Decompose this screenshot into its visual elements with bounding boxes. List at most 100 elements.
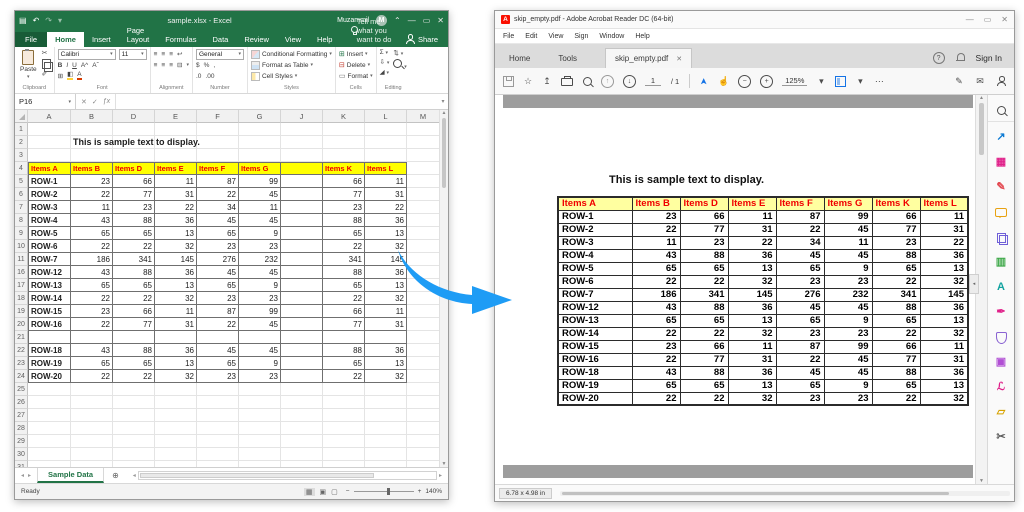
- cell-M8[interactable]: [407, 214, 440, 227]
- row-header-30[interactable]: 30: [15, 448, 28, 461]
- cell-M6[interactable]: [407, 188, 440, 201]
- search-icon[interactable]: [582, 77, 592, 86]
- cell-D20[interactable]: 77: [113, 318, 155, 331]
- decrease-decimal-button[interactable]: .0: [196, 73, 201, 80]
- scroll-down-icon[interactable]: ▼: [442, 461, 447, 467]
- cell-F28[interactable]: [197, 422, 239, 435]
- column-header-k[interactable]: K: [323, 110, 365, 123]
- cell-D1[interactable]: [113, 123, 155, 136]
- document-tab[interactable]: skip_empty.pdf ✕: [605, 48, 692, 68]
- cell-K3[interactable]: [323, 149, 365, 162]
- save-icon[interactable]: [503, 76, 514, 87]
- acrobat-minimize-button[interactable]: —: [966, 15, 974, 24]
- fill-sign-button[interactable]: ✒: [988, 300, 1014, 325]
- cell-D11[interactable]: 341: [113, 253, 155, 266]
- column-header-a[interactable]: A: [28, 110, 71, 123]
- cell-F19[interactable]: 87: [197, 305, 239, 318]
- cell-K17[interactable]: 65: [323, 279, 365, 292]
- cell-J31[interactable]: [281, 461, 323, 467]
- row-header-17[interactable]: 17: [15, 279, 28, 292]
- cell-F16[interactable]: 45: [197, 266, 239, 279]
- number-format-select[interactable]: General▾: [196, 49, 244, 60]
- cell-M22[interactable]: [407, 344, 440, 357]
- cell-B1[interactable]: [71, 123, 113, 136]
- cell-G8[interactable]: 45: [239, 214, 281, 227]
- nav-tab-home[interactable]: Home: [495, 49, 544, 68]
- align-right-button[interactable]: ≡: [169, 62, 173, 69]
- cell-D24[interactable]: 22: [113, 370, 155, 383]
- row-header-6[interactable]: 6: [15, 188, 28, 201]
- cell-G21[interactable]: [239, 331, 281, 344]
- cell-L9[interactable]: 13: [365, 227, 407, 240]
- cell-F31[interactable]: [197, 461, 239, 467]
- cell-A30[interactable]: [28, 448, 71, 461]
- sort-filter-button[interactable]: ⇅ ▾: [393, 49, 403, 57]
- cell-F23[interactable]: 65: [197, 357, 239, 370]
- cell-F18[interactable]: 23: [197, 292, 239, 305]
- cell-B24[interactable]: 22: [71, 370, 113, 383]
- cell-E11[interactable]: 145: [155, 253, 197, 266]
- cell-A22[interactable]: ROW-18: [28, 344, 71, 357]
- row-header-20[interactable]: 20: [15, 318, 28, 331]
- cell-F10[interactable]: 23: [197, 240, 239, 253]
- cell-J2[interactable]: [281, 136, 323, 149]
- cell-G24[interactable]: 23: [239, 370, 281, 383]
- cell-E1[interactable]: [155, 123, 197, 136]
- cell-G19[interactable]: 99: [239, 305, 281, 318]
- font-grow-button[interactable]: A^: [81, 62, 88, 69]
- cell-K16[interactable]: 88: [323, 266, 365, 279]
- search-tool-button[interactable]: [988, 99, 1014, 122]
- zoom-caret-icon[interactable]: ▾: [816, 76, 826, 87]
- row-header-3[interactable]: 3: [15, 149, 28, 162]
- column-header-j[interactable]: J: [281, 110, 323, 123]
- zoom-slider-thumb[interactable]: [387, 488, 390, 495]
- cell-F25[interactable]: [197, 383, 239, 396]
- cell-L8[interactable]: 36: [365, 214, 407, 227]
- cell-J29[interactable]: [281, 435, 323, 448]
- star-icon[interactable]: ☆: [523, 76, 533, 87]
- cell-A27[interactable]: [28, 409, 71, 422]
- cell-D30[interactable]: [113, 448, 155, 461]
- cell-F17[interactable]: 65: [197, 279, 239, 292]
- font-size-select[interactable]: 11▾: [119, 49, 147, 60]
- cell-K4[interactable]: Items K: [323, 162, 365, 175]
- cell-B20[interactable]: 22: [71, 318, 113, 331]
- currency-button[interactable]: $: [196, 62, 200, 69]
- cell-G4[interactable]: Items G: [239, 162, 281, 175]
- cell-B18[interactable]: 22: [71, 292, 113, 305]
- cell-E10[interactable]: 32: [155, 240, 197, 253]
- cell-M29[interactable]: [407, 435, 440, 448]
- cell-A1[interactable]: [28, 123, 71, 136]
- cell-J10[interactable]: [281, 240, 323, 253]
- wrap-text-button[interactable]: ↩: [177, 50, 182, 58]
- cell-G7[interactable]: 11: [239, 201, 281, 214]
- cell-F2[interactable]: [197, 136, 239, 149]
- cell-E25[interactable]: [155, 383, 197, 396]
- organize-pages-button[interactable]: ▥: [988, 250, 1014, 275]
- compress-pdf-button[interactable]: ▣: [988, 350, 1014, 375]
- row-header-11[interactable]: 11: [15, 253, 28, 266]
- add-sheet-button[interactable]: ⊕: [104, 468, 127, 483]
- cell-D28[interactable]: [113, 422, 155, 435]
- hand-tool-icon[interactable]: ☝: [718, 76, 729, 87]
- cell-F20[interactable]: 22: [197, 318, 239, 331]
- cell-M28[interactable]: [407, 422, 440, 435]
- menu-help[interactable]: Help: [635, 33, 649, 40]
- cell-J11[interactable]: [281, 253, 323, 266]
- cell-A23[interactable]: ROW-19: [28, 357, 71, 370]
- cell-L28[interactable]: [365, 422, 407, 435]
- cell-B29[interactable]: [71, 435, 113, 448]
- cell-K30[interactable]: [323, 448, 365, 461]
- cell-L4[interactable]: Items L: [365, 162, 407, 175]
- formula-bar-expand-icon[interactable]: ▾: [438, 94, 448, 109]
- cell-E3[interactable]: [155, 149, 197, 162]
- cancel-icon[interactable]: ✕: [81, 98, 87, 106]
- cell-K25[interactable]: [323, 383, 365, 396]
- cell-E22[interactable]: 36: [155, 344, 197, 357]
- sheet-nav-left-icon[interactable]: ◂: [21, 472, 24, 479]
- cell-D29[interactable]: [113, 435, 155, 448]
- row-header-21[interactable]: 21: [15, 331, 28, 344]
- sheet-tab-sample-data[interactable]: Sample Data: [37, 468, 104, 483]
- cell-M5[interactable]: [407, 175, 440, 188]
- borders-button[interactable]: ⊞: [58, 72, 63, 80]
